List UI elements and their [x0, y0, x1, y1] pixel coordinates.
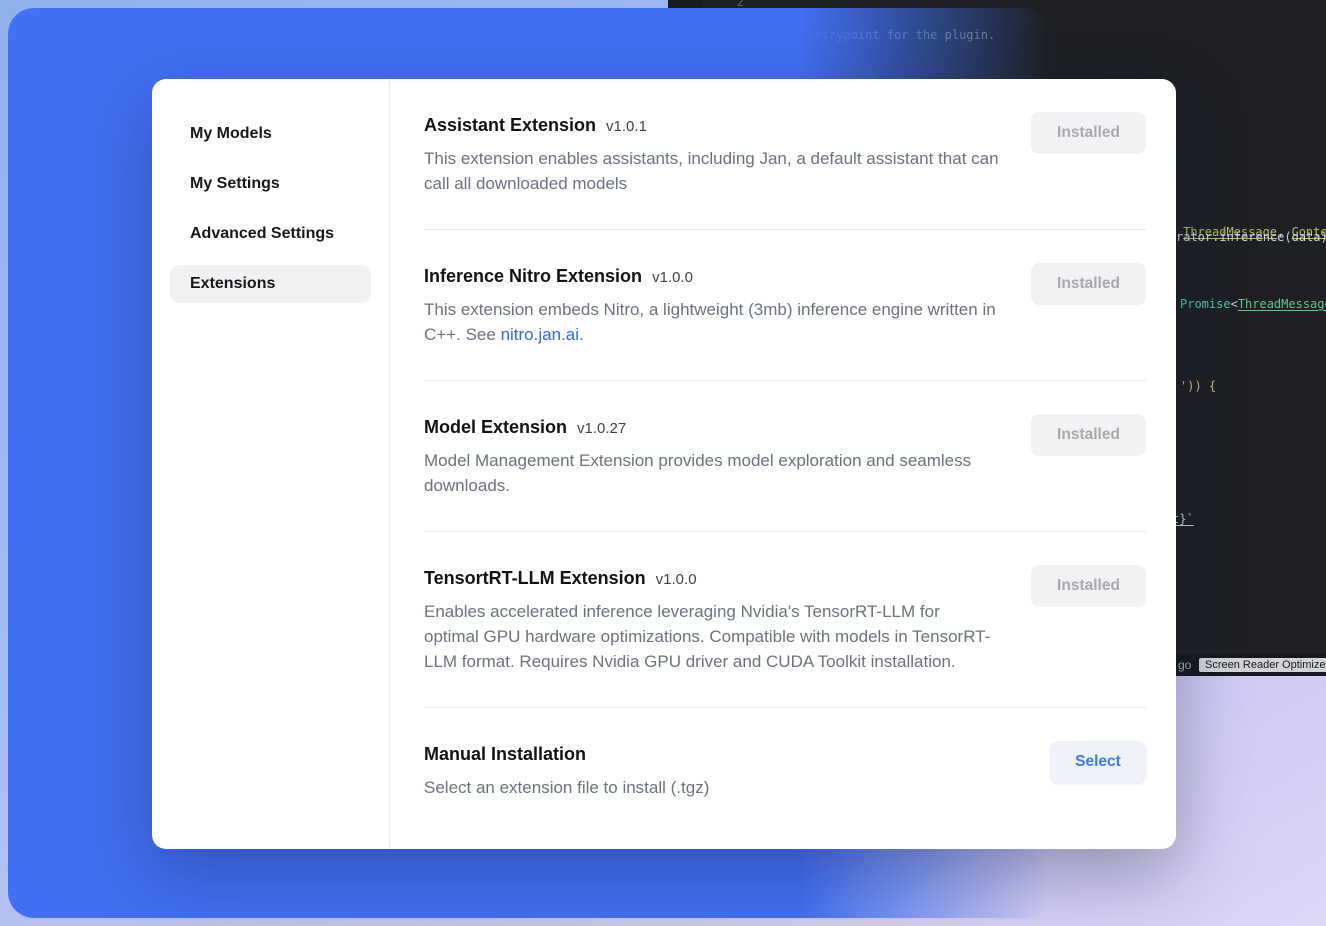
installed-button[interactable]: Installed — [1031, 565, 1146, 607]
extension-name: Model Extension — [424, 417, 567, 437]
extension-description: This extension embeds Nitro, a lightweig… — [424, 297, 999, 347]
extension-name: TensortRT-LLM Extension — [424, 568, 646, 588]
extension-title: TensortRT-LLM Extension v1.0.0 — [424, 565, 999, 591]
code-fragment: Promise<ThreadMessage> — [1180, 297, 1326, 311]
sidebar-item-my-settings[interactable]: My Settings — [170, 165, 371, 203]
status-bar-text[interactable]: go — [1178, 658, 1191, 672]
screen-reader-chip[interactable]: Screen Reader Optimize — [1199, 658, 1326, 672]
select-file-button[interactable]: Select — [1050, 741, 1146, 783]
extension-title: Manual Installation — [424, 741, 709, 767]
sidebar-item-extensions[interactable]: Extensions — [170, 265, 371, 303]
extension-description: Enables accelerated inference leveraging… — [424, 599, 999, 674]
extension-info: TensortRT-LLM Extension v1.0.0 Enables ac… — [424, 565, 999, 674]
extension-description: This extension enables assistants, inclu… — [424, 146, 999, 196]
extension-info: Inference Nitro Extension v1.0.0 This ext… — [424, 263, 999, 347]
extension-version: v1.0.27 — [577, 420, 626, 437]
desktop: { "colors": { "accent_blue": "#4270f4", … — [0, 0, 1326, 926]
extension-version: v1.0.0 — [652, 269, 693, 286]
code-fragment: rator.inference(data)); — [1176, 230, 1326, 244]
extension-row-assistant: Assistant Extension v1.0.1 This extension… — [424, 112, 1146, 230]
extension-row-tensorrt: TensortRT-LLM Extension v1.0.0 Enables ac… — [424, 532, 1146, 708]
manual-installation-row: Manual Installation Select an extension … — [424, 708, 1146, 833]
settings-modal: My Models My Settings Advanced Settings … — [152, 79, 1176, 849]
extension-info: Manual Installation Select an extension … — [424, 741, 709, 800]
extension-name: Manual Installation — [424, 744, 586, 764]
extension-title: Inference Nitro Extension v1.0.0 — [424, 263, 999, 289]
extension-version: v1.0.1 — [606, 118, 647, 135]
extension-name: Assistant Extension — [424, 115, 596, 135]
extension-title: Model Extension v1.0.27 — [424, 414, 999, 440]
sidebar-item-advanced-settings[interactable]: Advanced Settings — [170, 215, 371, 253]
extension-title: Assistant Extension v1.0.1 — [424, 112, 999, 138]
sidebar-item-my-models[interactable]: My Models — [170, 115, 371, 153]
extension-info: Assistant Extension v1.0.1 This extension… — [424, 112, 999, 196]
installed-button[interactable]: Installed — [1031, 414, 1146, 456]
extension-row-model: Model Extension v1.0.27 Model Management … — [424, 381, 1146, 532]
installed-button[interactable]: Installed — [1031, 263, 1146, 305]
extension-info: Model Extension v1.0.27 Model Management … — [424, 414, 999, 498]
settings-sidebar: My Models My Settings Advanced Settings … — [152, 79, 390, 849]
extensions-list: Assistant Extension v1.0.1 This extension… — [390, 79, 1176, 849]
extension-version: v1.0.0 — [656, 571, 697, 588]
nitro-link[interactable]: nitro.jan.ai. — [501, 325, 584, 344]
extension-row-nitro: Inference Nitro Extension v1.0.0 This ext… — [424, 230, 1146, 381]
extension-description: Select an extension file to install (.tg… — [424, 775, 709, 800]
installed-button[interactable]: Installed — [1031, 112, 1146, 154]
extension-description: Model Management Extension provides mode… — [424, 448, 999, 498]
code-fragment: ')) { — [1180, 379, 1216, 393]
extension-name: Inference Nitro Extension — [424, 266, 642, 286]
